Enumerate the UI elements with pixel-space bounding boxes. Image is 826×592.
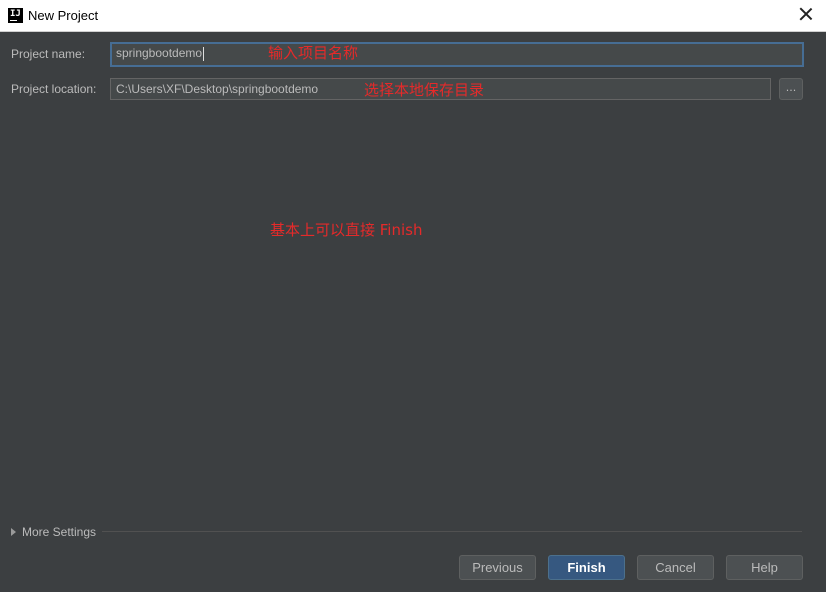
project-name-value: springbootdemo: [116, 46, 203, 60]
annotation-name: 输入项目名称: [268, 44, 359, 62]
title-bar: IJ New Project: [0, 0, 826, 32]
annotation-finish: 基本上可以直接 Finish: [270, 221, 423, 239]
cancel-button-label: Cancel: [655, 560, 696, 575]
project-location-value: C:\Users\XF\Desktop\springbootdemo: [116, 82, 319, 96]
browse-button[interactable]: ...: [779, 78, 803, 100]
project-name-label: Project name:: [11, 47, 86, 61]
previous-button-label: Previous: [472, 560, 523, 575]
annotation-location: 选择本地保存目录: [364, 81, 485, 99]
cancel-button[interactable]: Cancel: [637, 555, 714, 580]
more-settings-toggle[interactable]: More Settings: [11, 525, 96, 539]
text-caret: [203, 46, 205, 61]
chevron-right-icon: [11, 528, 16, 536]
divider: [102, 531, 802, 532]
close-icon[interactable]: [798, 6, 814, 22]
more-settings-label: More Settings: [22, 525, 97, 539]
intellij-icon: IJ: [8, 8, 23, 23]
previous-button[interactable]: Previous: [459, 555, 536, 580]
window-title: New Project: [28, 8, 99, 23]
finish-button[interactable]: Finish: [548, 555, 625, 580]
help-button[interactable]: Help: [726, 555, 803, 580]
project-name-input[interactable]: springbootdemo: [110, 42, 804, 67]
finish-button-label: Finish: [567, 560, 606, 575]
help-button-label: Help: [751, 560, 778, 575]
project-location-label: Project location:: [11, 82, 97, 96]
